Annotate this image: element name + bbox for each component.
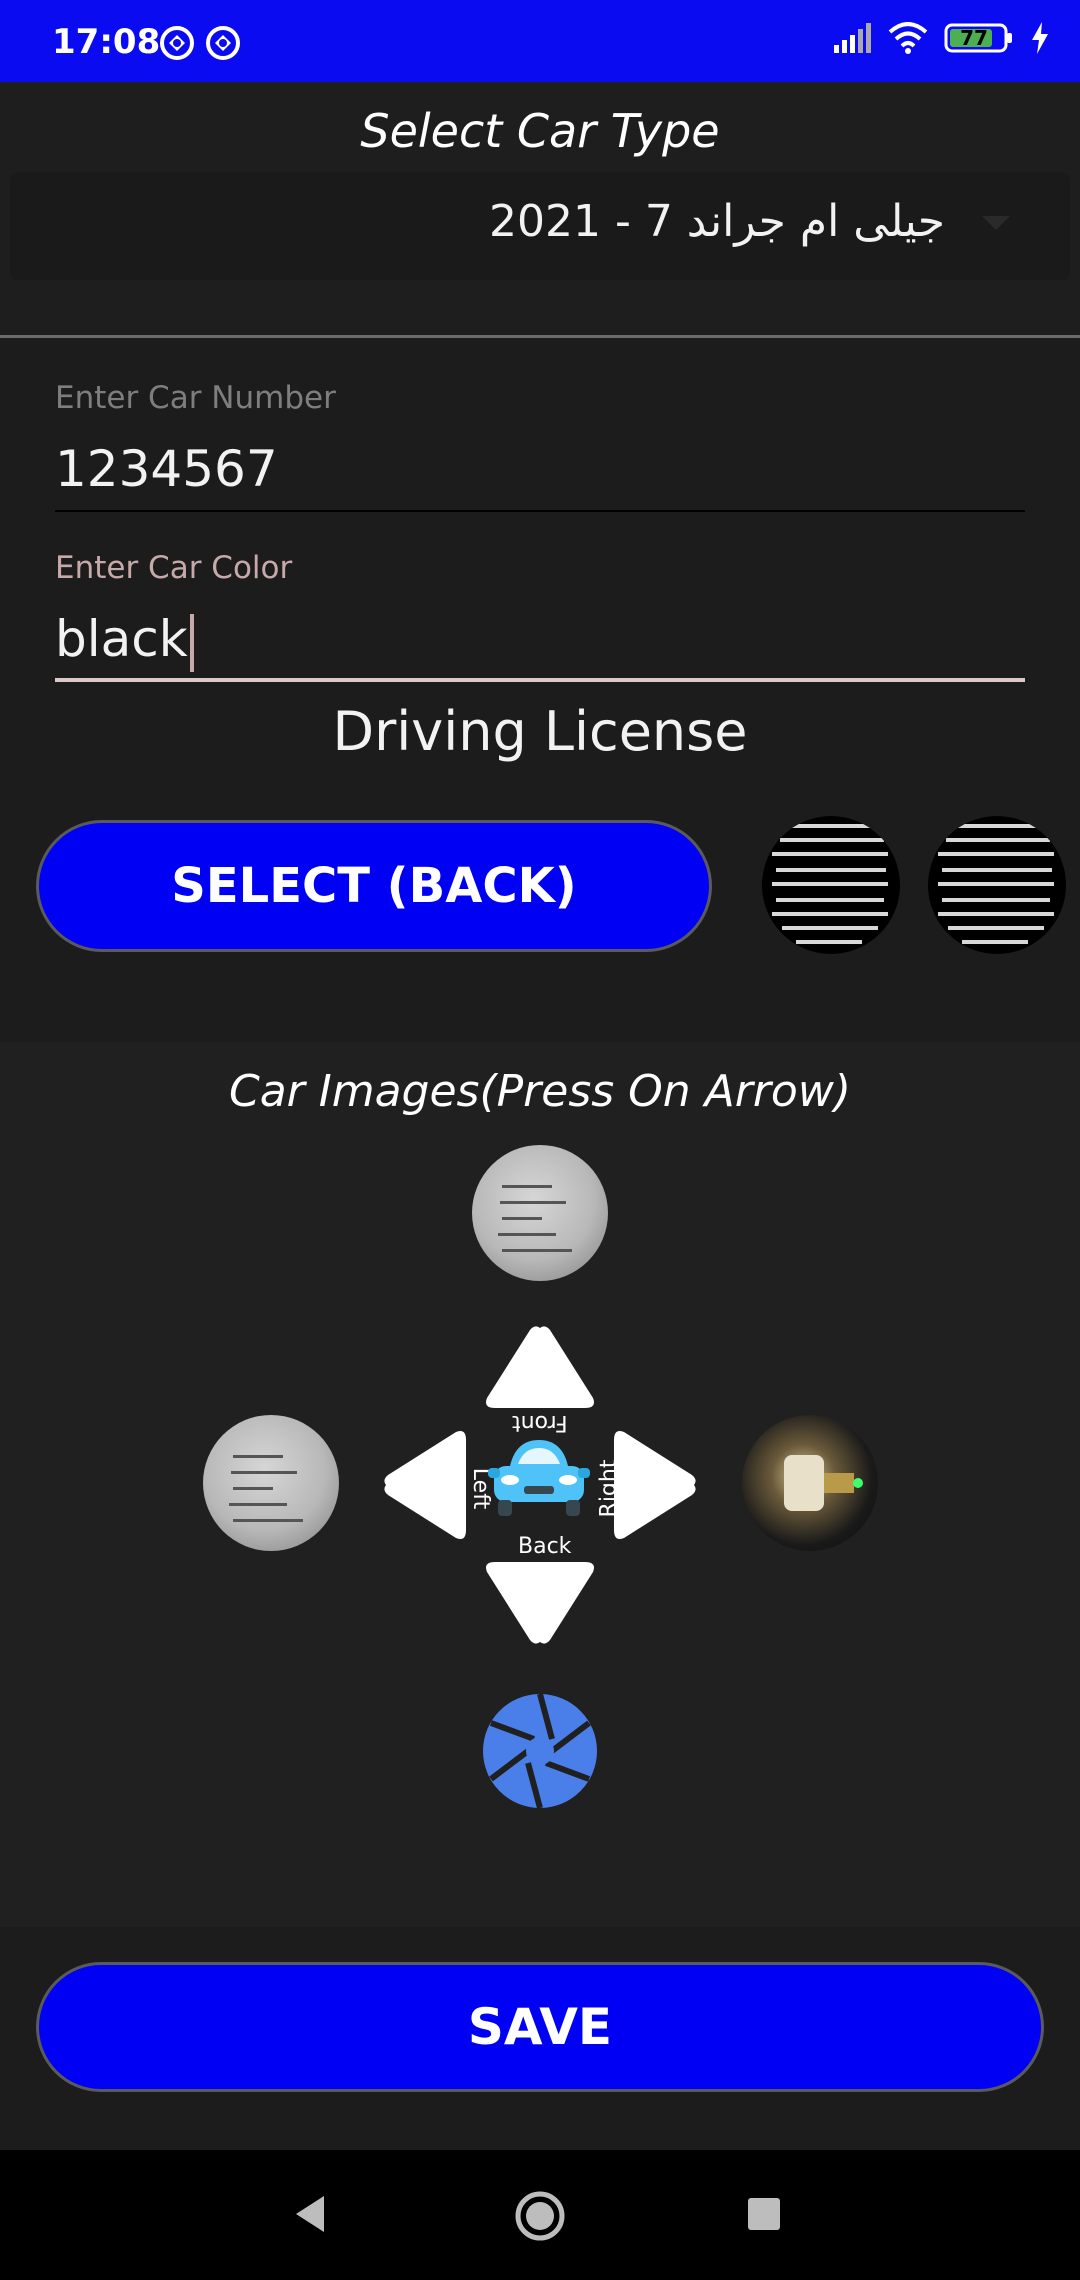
sync-notification-icon [160, 26, 194, 60]
svg-text:77: 77 [960, 26, 988, 50]
front-photo-thumb[interactable] [472, 1145, 608, 1281]
save-button[interactable]: SAVE [36, 1962, 1044, 2092]
license-front-thumb[interactable] [762, 816, 900, 954]
status-bar: 17:08 77 [0, 0, 1080, 82]
right-label: Right [596, 1459, 622, 1518]
car-number-underline [55, 510, 1025, 512]
right-arrow-icon[interactable] [612, 1428, 700, 1542]
section-divider [0, 335, 1080, 338]
system-nav-bar [0, 2150, 1080, 2280]
car-type-selected-value: جيلى ام جراند 7 - 2021 [488, 196, 945, 247]
camera-shutter-icon[interactable] [482, 1693, 598, 1809]
left-arrow-icon[interactable] [380, 1428, 468, 1542]
car-icon [488, 1440, 590, 1516]
car-images-title: Car Images(Press On Arrow) [228, 1066, 852, 1117]
car-number-label: Enter Car Number [55, 380, 336, 416]
car-color-label: Enter Car Color [55, 550, 293, 586]
text-cursor [189, 613, 194, 672]
car-type-title: Select Car Type [360, 104, 720, 158]
status-time: 17:08 [52, 22, 161, 62]
back-nav-icon[interactable] [292, 2194, 328, 2234]
car-type-spinner[interactable]: جيلى ام جراند 7 - 2021 [10, 172, 1070, 280]
device-photo-image [784, 1455, 863, 1511]
sync-notification-icon [206, 26, 240, 60]
paper-photo-image [498, 1185, 572, 1252]
car-color-underline [55, 678, 1025, 682]
document-image [772, 824, 888, 944]
battery-icon: 77 [944, 23, 1012, 53]
right-photo-thumb[interactable] [742, 1415, 878, 1551]
left-photo-thumb[interactable] [203, 1415, 339, 1551]
signal-icon [834, 23, 871, 53]
back-label: Back [518, 1534, 572, 1559]
front-arrow-icon[interactable] [483, 1322, 597, 1410]
chevron-down-icon [982, 216, 1010, 230]
driving-license-title: Driving License [332, 700, 748, 763]
car-number-value[interactable]: 1234567 [55, 440, 278, 498]
home-nav-icon[interactable] [514, 2190, 566, 2242]
paper-photo-image [229, 1455, 303, 1522]
recents-nav-icon[interactable] [746, 2196, 782, 2232]
wifi-icon [888, 22, 928, 54]
car-color-value: black [55, 610, 188, 668]
document-image [938, 824, 1054, 944]
select-back-button[interactable]: SELECT (BACK) [36, 820, 712, 952]
back-arrow-icon[interactable] [483, 1560, 597, 1648]
license-back-thumb[interactable] [928, 816, 1066, 954]
charging-icon [1032, 22, 1048, 54]
